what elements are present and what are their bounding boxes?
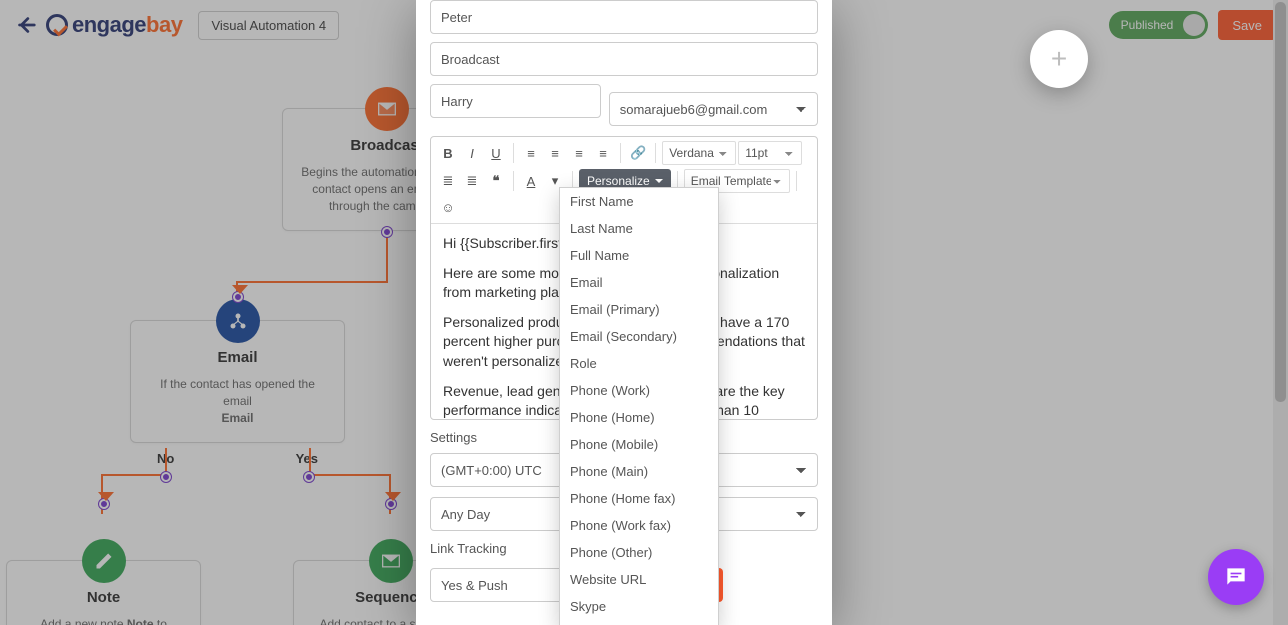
- plus-icon: +: [1051, 45, 1067, 73]
- quote-icon[interactable]: ❝: [485, 169, 507, 193]
- personalize-option[interactable]: Website URL: [560, 566, 718, 593]
- personalize-option[interactable]: Role: [560, 350, 718, 377]
- underline-icon[interactable]: U: [485, 141, 507, 165]
- personalize-option[interactable]: First Name: [560, 188, 718, 215]
- font-size-select[interactable]: 11pt: [738, 141, 802, 165]
- personalize-option[interactable]: Phone (Work fax): [560, 512, 718, 539]
- personalize-option[interactable]: Skype: [560, 593, 718, 620]
- personalize-dropdown[interactable]: First NameLast NameFull NameEmailEmail (…: [559, 187, 719, 625]
- subject-input[interactable]: [430, 42, 818, 76]
- personalize-option[interactable]: Full Name: [560, 242, 718, 269]
- font-family-select[interactable]: Verdana: [662, 141, 736, 165]
- chat-button[interactable]: [1208, 549, 1264, 605]
- text-color-icon[interactable]: A: [520, 169, 542, 193]
- list-ordered-icon[interactable]: ≣: [437, 169, 459, 193]
- bold-icon[interactable]: B: [437, 141, 459, 165]
- emoji-icon[interactable]: ☺: [437, 195, 459, 219]
- personalize-option[interactable]: Twitter: [560, 620, 718, 625]
- personalize-option[interactable]: Email: [560, 269, 718, 296]
- align-right-icon[interactable]: ≡: [568, 141, 590, 165]
- align-center-icon[interactable]: ≡: [544, 141, 566, 165]
- personalize-option[interactable]: Phone (Home): [560, 404, 718, 431]
- time-select[interactable]: [702, 497, 818, 531]
- personalize-option[interactable]: Email (Secondary): [560, 323, 718, 350]
- personalize-option[interactable]: Phone (Work): [560, 377, 718, 404]
- personalize-option[interactable]: Email (Primary): [560, 296, 718, 323]
- list-unordered-icon[interactable]: ≣: [461, 169, 483, 193]
- chat-icon: [1223, 564, 1249, 590]
- personalize-option[interactable]: Phone (Home fax): [560, 485, 718, 512]
- align-justify-icon[interactable]: ≡: [592, 141, 614, 165]
- link-icon[interactable]: 🔗: [627, 141, 649, 165]
- personalize-option[interactable]: Phone (Main): [560, 458, 718, 485]
- personalize-option[interactable]: Phone (Other): [560, 539, 718, 566]
- personalize-option[interactable]: Last Name: [560, 215, 718, 242]
- from-email-select[interactable]: somarajueb6@gmail.com: [609, 92, 818, 126]
- from-name-input[interactable]: [430, 84, 601, 118]
- personalize-option[interactable]: Phone (Mobile): [560, 431, 718, 458]
- italic-icon[interactable]: I: [461, 141, 483, 165]
- align-left-icon[interactable]: ≡: [520, 141, 542, 165]
- name-input[interactable]: [430, 0, 818, 34]
- add-node-button[interactable]: +: [1030, 30, 1088, 88]
